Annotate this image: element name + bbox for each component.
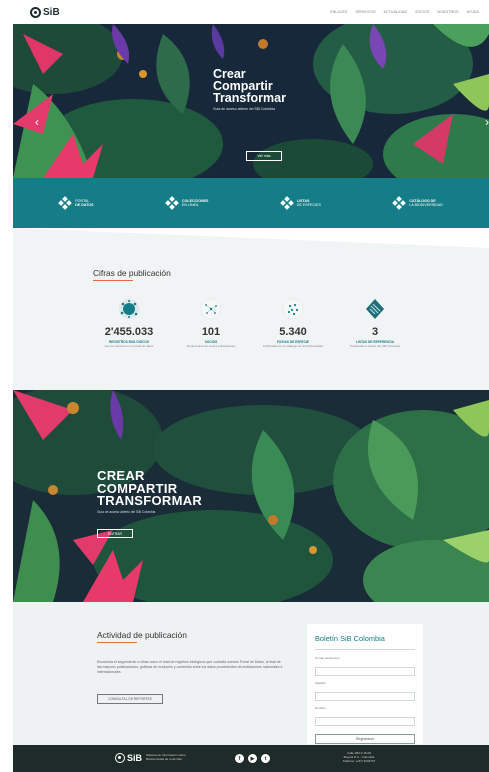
band-label: CATÁLOGO DE LA BIODIVERSIDAD (409, 199, 442, 208)
footer-address: Calle 28A # 15-09 Bogotá D.C., Colombia … (333, 751, 385, 763)
address-line: Teléfono: (+57) 3202767 (342, 758, 376, 763)
stat-socios: 101 SOCIOS Exclusivamente socios publica… (171, 298, 251, 349)
footer: SiB Sistema de Información sobre Biodive… (13, 745, 489, 772)
band-label: COLECCIONES EN LÍNEA (182, 199, 208, 208)
footer-logo[interactable]: SiB Sistema de Información sobre Biodive… (115, 753, 192, 763)
band-label-line2: EN LÍNEA (182, 203, 199, 207)
newsletter-divider (315, 649, 415, 650)
nav-enlaces[interactable]: ENLACES (330, 10, 347, 14)
nav-servicios[interactable]: SERVICIOS (355, 10, 375, 14)
footer-logo-text: SiB (127, 753, 143, 763)
register-button[interactable]: Registrarse (315, 733, 415, 744)
band-label-line2: LA BIODIVERSIDAD (409, 203, 443, 207)
socios-network-icon (200, 298, 222, 320)
sib-logo-mark-icon (30, 6, 41, 18)
dots-network-icon (280, 196, 294, 210)
youtube-icon[interactable]: ▶ (248, 754, 257, 763)
stat-desc: Publicadas a través del SiB Colombia (349, 344, 401, 348)
link-colecciones[interactable]: COLECCIONES EN LÍNEA (165, 196, 208, 210)
band-label-line2: DE ESPECIES (296, 203, 321, 207)
fichas-dots-icon (282, 298, 304, 320)
page: SiB ENLACES SERVICIOS ACTUALIDAD SOCIOS … (0, 0, 489, 772)
ver-mas-button[interactable]: Ver más (246, 151, 282, 161)
top-header: SiB ENLACES SERVICIOS ACTUALIDAD SOCIOS … (0, 0, 489, 24)
entrar-button[interactable]: ENTRAR (97, 529, 133, 538)
sib-logo-mark-icon (115, 753, 125, 763)
name-label: Nombre (315, 705, 326, 710)
link-portal-datos[interactable]: PORTAL DE DATOS (58, 196, 94, 210)
carousel-prev-icon[interactable]: ‹ (35, 116, 39, 128)
band-label: PORTAL DE DATOS (75, 199, 93, 208)
nav-actualidad[interactable]: ACTUALIDAD (384, 10, 407, 14)
main-nav: ENLACES SERVICIOS ACTUALIDAD SOCIOS NOSO… (330, 10, 479, 14)
guide-title-line-3: TRANSFORMAR (97, 493, 203, 508)
band-label-line2: DE DATOS (75, 203, 94, 207)
guide-banner: CREAR COMPARTIR TRANSFORMAR Guía de acce… (13, 390, 489, 602)
stat-value: 5.340 (279, 326, 307, 338)
consulta-reportes-button[interactable]: CONSULTA LOS REPORTES (97, 694, 163, 704)
dots-network-icon (165, 196, 179, 210)
stat-desc: Exclusivamente socios publicadores (186, 344, 236, 348)
link-listas-especies[interactable]: LISTAS DE ESPECIES (280, 196, 321, 210)
nav-ayuda[interactable]: AYUDA (467, 10, 479, 14)
hero-subtitle: Guía de acceso abierto del SiB Colombia (213, 107, 276, 111)
footer-logo-subtitle: Sistema de Información sobre Biodiversid… (146, 753, 186, 761)
lastname-label: Apellido (315, 680, 326, 685)
dots-network-icon (392, 196, 407, 210)
lastname-field[interactable] (315, 692, 415, 702)
nav-nosotros[interactable]: NOSOTROS (438, 10, 459, 14)
link-catalogo[interactable]: CATÁLOGO DE LA BIODIVERSIDAD (392, 196, 443, 210)
registros-cluster-icon (118, 298, 140, 320)
stats-background-wedge (13, 228, 489, 390)
twitter-icon[interactable]: t (261, 754, 270, 763)
stat-value: 101 (201, 326, 221, 338)
stat-registros: 2'455.033 REGISTROS BIOLÓGICOS Aporte na… (89, 298, 169, 349)
stat-value: 2'455.033 (104, 326, 154, 338)
title-underline (97, 642, 137, 643)
sib-logo[interactable]: SiB (30, 6, 60, 18)
newsletter-form: Boletín SiB Colombia Correo electrónico … (307, 624, 423, 744)
activity-title: Actividad de publicación (97, 630, 187, 640)
guide-jungle-illustration (13, 390, 489, 602)
stat-value: 3 (371, 326, 379, 338)
activity-description: Encuentra el seguimiento a cifras como e… (97, 660, 283, 674)
social-links: f ▶ t (235, 754, 270, 763)
band-label: LISTAS DE ESPECIES (297, 199, 321, 208)
hero-headline: Crear Compartir Transformar Guía de acce… (213, 68, 286, 111)
guide-subtitle: Guía de acceso abierto del SiB Colombia (97, 509, 156, 514)
hero-carousel: ‹ › Crear Compartir Transformar Guía de … (13, 24, 489, 178)
name-field[interactable] (315, 717, 415, 727)
stats-section: Cifras de publicación 2'455.033 REGISTRO… (13, 228, 489, 390)
dots-network-icon (58, 196, 73, 210)
stat-listas: 3 LISTAS DE REFERENCIA Publicadas a trav… (335, 298, 415, 349)
sib-logo-text: SiB (43, 6, 60, 18)
hero-title-line-3: Transformar (213, 91, 286, 105)
facebook-icon[interactable]: f (235, 754, 244, 763)
guide-headline: CREAR COMPARTIR TRANSFORMAR Guía de acce… (97, 469, 203, 514)
listas-diamond-icon (364, 298, 386, 320)
stats-title: Cifras de publicación (93, 268, 171, 278)
stat-desc: Publicadas en el catálogo de la biodiver… (262, 344, 324, 348)
email-field[interactable] (315, 667, 415, 677)
newsletter-title: Boletín SiB Colombia (315, 634, 385, 643)
carousel-next-icon[interactable]: › (485, 116, 489, 128)
activity-section: Actividad de publicación Encuentra el se… (13, 602, 489, 745)
nav-socios[interactable]: SOCIOS (415, 10, 429, 14)
stat-desc: Aporte nacional en el portal de datos (104, 344, 154, 348)
email-label: Correo electrónico (315, 655, 340, 660)
stat-fichas: 5.340 FICHAS DE ESPECIE Publicadas en el… (253, 298, 333, 349)
quick-links-band: PORTAL DE DATOS COLECCIONES EN LÍNEA LIS… (13, 178, 489, 228)
title-underline (93, 280, 133, 281)
